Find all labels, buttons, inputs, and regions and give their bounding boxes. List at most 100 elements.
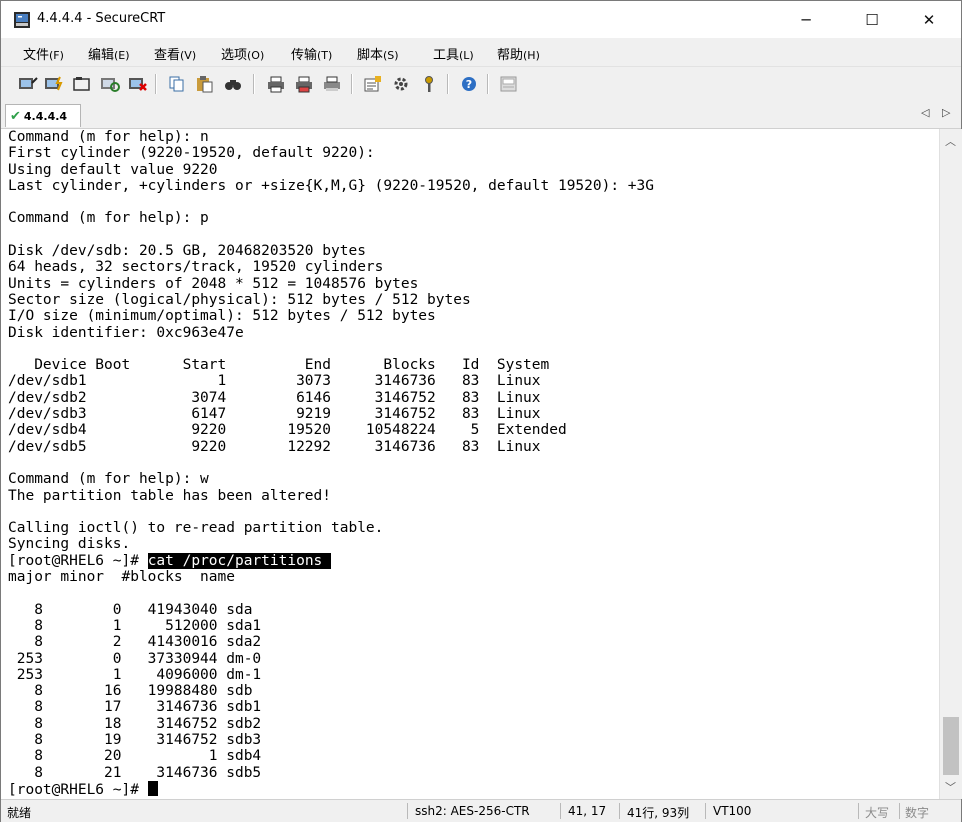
disconnect-icon[interactable] bbox=[127, 73, 149, 95]
menu-bar: 文件(F) 编辑(E) 查看(V) 选项(O) 传输(T) 脚本(S) 工具(L… bbox=[1, 38, 961, 66]
paste-icon[interactable] bbox=[194, 73, 216, 95]
status-terminal-size: 41行, 93列 bbox=[627, 806, 690, 820]
terminal-command-output: major minor #blocks name 8 0 41943040 sd… bbox=[8, 569, 261, 781]
status-separator bbox=[560, 803, 561, 819]
menu-edit-label: 编辑 bbox=[88, 48, 115, 63]
window-title: 4.4.4.4 - SecureCRT bbox=[37, 11, 166, 26]
menu-file-label: 文件 bbox=[23, 48, 50, 63]
terminal-line: Command (m for help): p bbox=[8, 210, 209, 227]
close-button[interactable]: ✕ bbox=[906, 1, 952, 38]
shell-prompt: [root@RHEL6 ~]# bbox=[8, 552, 148, 569]
toolbar: ? bbox=[1, 66, 961, 101]
securecrt-window: 4.4.4.4 - SecureCRT ─ ☐ ✕ 文件(F) 编辑(E) 查看… bbox=[0, 0, 962, 822]
connect-tab-icon[interactable] bbox=[71, 73, 93, 95]
menu-file-accel: (F) bbox=[49, 49, 64, 62]
menu-options-accel: (O) bbox=[247, 49, 265, 62]
toolbar-separator bbox=[351, 74, 353, 94]
status-num-lock: 数字 bbox=[905, 806, 930, 820]
menu-tools[interactable]: 工具(L) bbox=[433, 44, 474, 63]
terminal-line: First cylinder (9220-19520, default 9220… bbox=[8, 145, 375, 162]
toolbar-separator bbox=[155, 74, 157, 94]
menu-edit-accel: (E) bbox=[114, 49, 130, 62]
terminal-line: /dev/sdb1 1 3073 3146736 83 Linux bbox=[8, 373, 541, 390]
menu-tools-accel: (L) bbox=[459, 49, 474, 62]
terminal-line: Command (m for help): n bbox=[8, 129, 209, 145]
reconnect-icon[interactable] bbox=[99, 73, 121, 95]
securecrt-app-icon bbox=[13, 11, 31, 29]
status-separator bbox=[899, 803, 900, 819]
find-icon[interactable] bbox=[222, 73, 244, 95]
terminal-line: 8 21 3146736 sdb5 bbox=[8, 764, 262, 781]
status-emulation: VT100 bbox=[713, 804, 752, 818]
terminal-line: 8 18 3146752 sdb2 bbox=[8, 715, 262, 732]
terminal-line: /dev/sdb2 3074 6146 3146752 83 Linux bbox=[8, 389, 541, 406]
vertical-scrollbar[interactable]: ︿ ﹀ bbox=[939, 129, 962, 799]
terminal-line: Last cylinder, +cylinders or +size{K,M,G… bbox=[8, 177, 655, 194]
toolbar-separator bbox=[487, 74, 489, 94]
terminal-line: Calling ioctl() to re-read partition tab… bbox=[8, 520, 384, 537]
menu-view-accel: (V) bbox=[180, 49, 197, 62]
menu-help-label: 帮助 bbox=[497, 48, 524, 63]
terminal-output[interactable]: Command (m for help): n First cylinder (… bbox=[1, 129, 939, 799]
status-caps-lock: 大写 bbox=[865, 806, 890, 820]
selected-command: cat /proc/partitions bbox=[147, 552, 332, 569]
menu-help-accel: (H) bbox=[523, 49, 540, 62]
menu-transfer-accel: (T) bbox=[317, 49, 333, 62]
menu-edit[interactable]: 编辑(E) bbox=[88, 44, 130, 63]
print-icon[interactable] bbox=[265, 73, 287, 95]
terminal-line: Sector size (logical/physical): 512 byte… bbox=[8, 291, 471, 308]
terminal-line: 8 17 3146736 sdb1 bbox=[8, 699, 262, 716]
copy-icon[interactable] bbox=[166, 73, 188, 95]
menu-options[interactable]: 选项(O) bbox=[221, 44, 264, 63]
session-options-icon[interactable] bbox=[362, 73, 384, 95]
status-separator bbox=[705, 803, 706, 819]
status-bar: 就绪 ssh2: AES-256-CTR 41, 17 41行, 93列 VT1… bbox=[1, 799, 961, 822]
scrollbar-thumb[interactable] bbox=[943, 717, 959, 775]
tab-session[interactable]: ✔ 4.4.4.4 bbox=[5, 104, 81, 127]
status-separator bbox=[619, 803, 620, 819]
menu-options-label: 选项 bbox=[221, 48, 248, 63]
status-cursor-position: 41, 17 bbox=[568, 804, 607, 818]
terminal-line: 253 1 4096000 dm-1 bbox=[8, 666, 262, 683]
terminal-line: Units = cylinders of 2048 * 512 = 104857… bbox=[8, 275, 419, 292]
terminal-line: /dev/sdb4 9220 19520 10548224 5 Extended bbox=[8, 422, 567, 439]
status-ready: 就绪 bbox=[7, 806, 32, 820]
terminal-line: Syncing disks. bbox=[8, 536, 131, 553]
quick-connect-icon[interactable] bbox=[43, 73, 65, 95]
print-setup-icon[interactable] bbox=[321, 73, 343, 95]
menu-tools-label: 工具 bbox=[433, 48, 460, 63]
terminal-line: Disk identifier: 0xc963e47e bbox=[8, 324, 244, 341]
tab-scroll-right-icon[interactable]: ▷ bbox=[942, 106, 950, 119]
title-bar: 4.4.4.4 - SecureCRT ─ ☐ ✕ bbox=[1, 1, 961, 38]
terminal-line: /dev/sdb5 9220 12292 3146736 83 Linux bbox=[8, 438, 541, 455]
key-icon[interactable] bbox=[418, 73, 440, 95]
menu-transfer-label: 传输 bbox=[291, 48, 318, 63]
menu-file[interactable]: 文件(F) bbox=[23, 44, 64, 63]
minimize-button[interactable]: ─ bbox=[783, 1, 829, 38]
terminal-line: 8 0 41943040 sda bbox=[8, 601, 253, 618]
keymap-icon[interactable] bbox=[498, 73, 520, 95]
terminal-line: /dev/sdb3 6147 9219 3146752 83 Linux bbox=[8, 406, 541, 423]
terminal-line: Device Boot Start End Blocks Id System bbox=[8, 357, 550, 374]
status-cipher: ssh2: AES-256-CTR bbox=[415, 804, 530, 818]
toolbar-separator bbox=[447, 74, 449, 94]
connect-icon[interactable] bbox=[17, 73, 39, 95]
menu-transfer[interactable]: 传输(T) bbox=[291, 44, 332, 63]
help-icon[interactable]: ? bbox=[458, 73, 480, 95]
menu-view[interactable]: 查看(V) bbox=[154, 44, 196, 63]
terminal-line: 8 2 41430016 sda2 bbox=[8, 634, 262, 651]
terminal-line: 8 20 1 sdb4 bbox=[8, 748, 262, 765]
terminal-line: 8 16 19988480 sdb bbox=[8, 683, 253, 700]
maximize-button[interactable]: ☐ bbox=[849, 1, 895, 38]
menu-view-label: 查看 bbox=[154, 48, 181, 63]
tab-scroll-left-icon[interactable]: ◁ bbox=[921, 106, 929, 119]
global-options-icon[interactable] bbox=[390, 73, 412, 95]
terminal-line: Command (m for help): w bbox=[8, 471, 209, 488]
scroll-down-icon[interactable]: ﹀ bbox=[945, 779, 956, 795]
print-selection-icon[interactable] bbox=[293, 73, 315, 95]
scroll-up-icon[interactable]: ︿ bbox=[945, 133, 956, 149]
menu-script[interactable]: 脚本(S) bbox=[357, 44, 399, 63]
status-separator bbox=[858, 803, 859, 819]
menu-help[interactable]: 帮助(H) bbox=[497, 44, 540, 63]
session-tab-bar: ✔ 4.4.4.4 ◁ ▷ bbox=[1, 100, 961, 129]
